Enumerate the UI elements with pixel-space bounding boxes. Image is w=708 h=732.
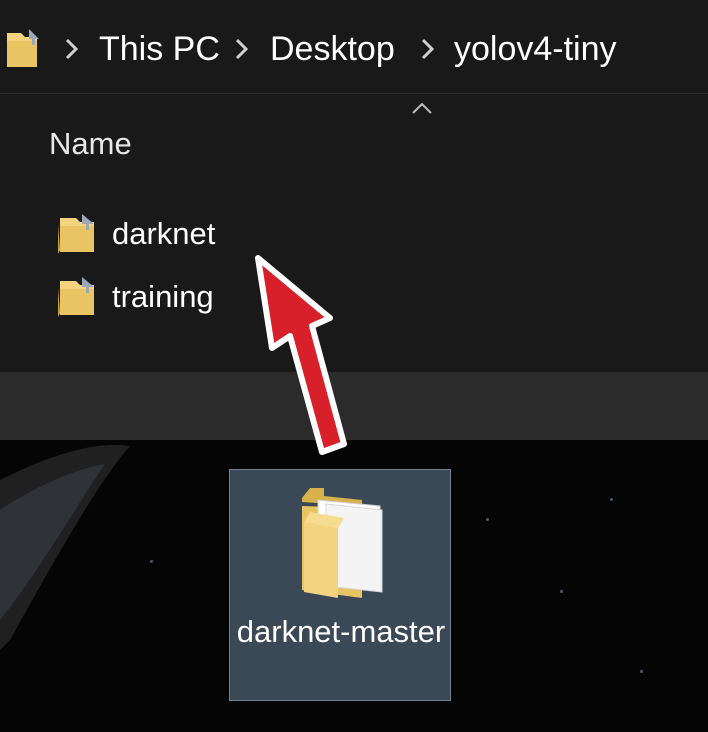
wallpaper-sparkle	[486, 518, 489, 521]
address-bar[interactable]: This PC Desktop yolov4-tiny	[0, 0, 708, 94]
column-header-name[interactable]: Name	[49, 122, 132, 166]
list-item-label: darknet	[112, 216, 216, 251]
wallpaper-streak	[0, 444, 130, 650]
chevron-right-icon[interactable]	[232, 36, 252, 62]
desktop-background: darknet-master	[0, 440, 708, 732]
folder-pin-icon	[7, 29, 39, 67]
breadcrumb-yolov4-tiny[interactable]: yolov4-tiny	[454, 27, 617, 71]
breadcrumb-desktop[interactable]: Desktop	[270, 27, 395, 71]
desktop-icon-label: darknet-master	[236, 614, 446, 649]
chevron-right-icon[interactable]	[418, 36, 438, 62]
wallpaper-sparkle	[560, 590, 563, 593]
list-item[interactable]: training	[56, 273, 456, 321]
desktop-icon-darknet-master[interactable]: darknet-master	[229, 469, 451, 701]
wallpaper-sparkle	[150, 560, 153, 563]
wallpaper-sparkle	[610, 498, 613, 501]
sort-ascending-icon	[412, 102, 432, 114]
list-item[interactable]: darknet	[56, 210, 456, 258]
folder-shortcut-icon	[58, 214, 94, 254]
explorer-footer	[0, 372, 708, 440]
file-explorer-window: This PC Desktop yolov4-tiny Name darknet…	[0, 0, 708, 440]
chevron-right-icon[interactable]	[62, 36, 82, 62]
folder-shortcut-icon	[58, 277, 94, 317]
breadcrumb-this-pc[interactable]: This PC	[99, 27, 220, 71]
list-item-label: training	[112, 279, 214, 314]
wallpaper-sparkle	[640, 670, 643, 673]
folder-icon	[302, 488, 383, 598]
